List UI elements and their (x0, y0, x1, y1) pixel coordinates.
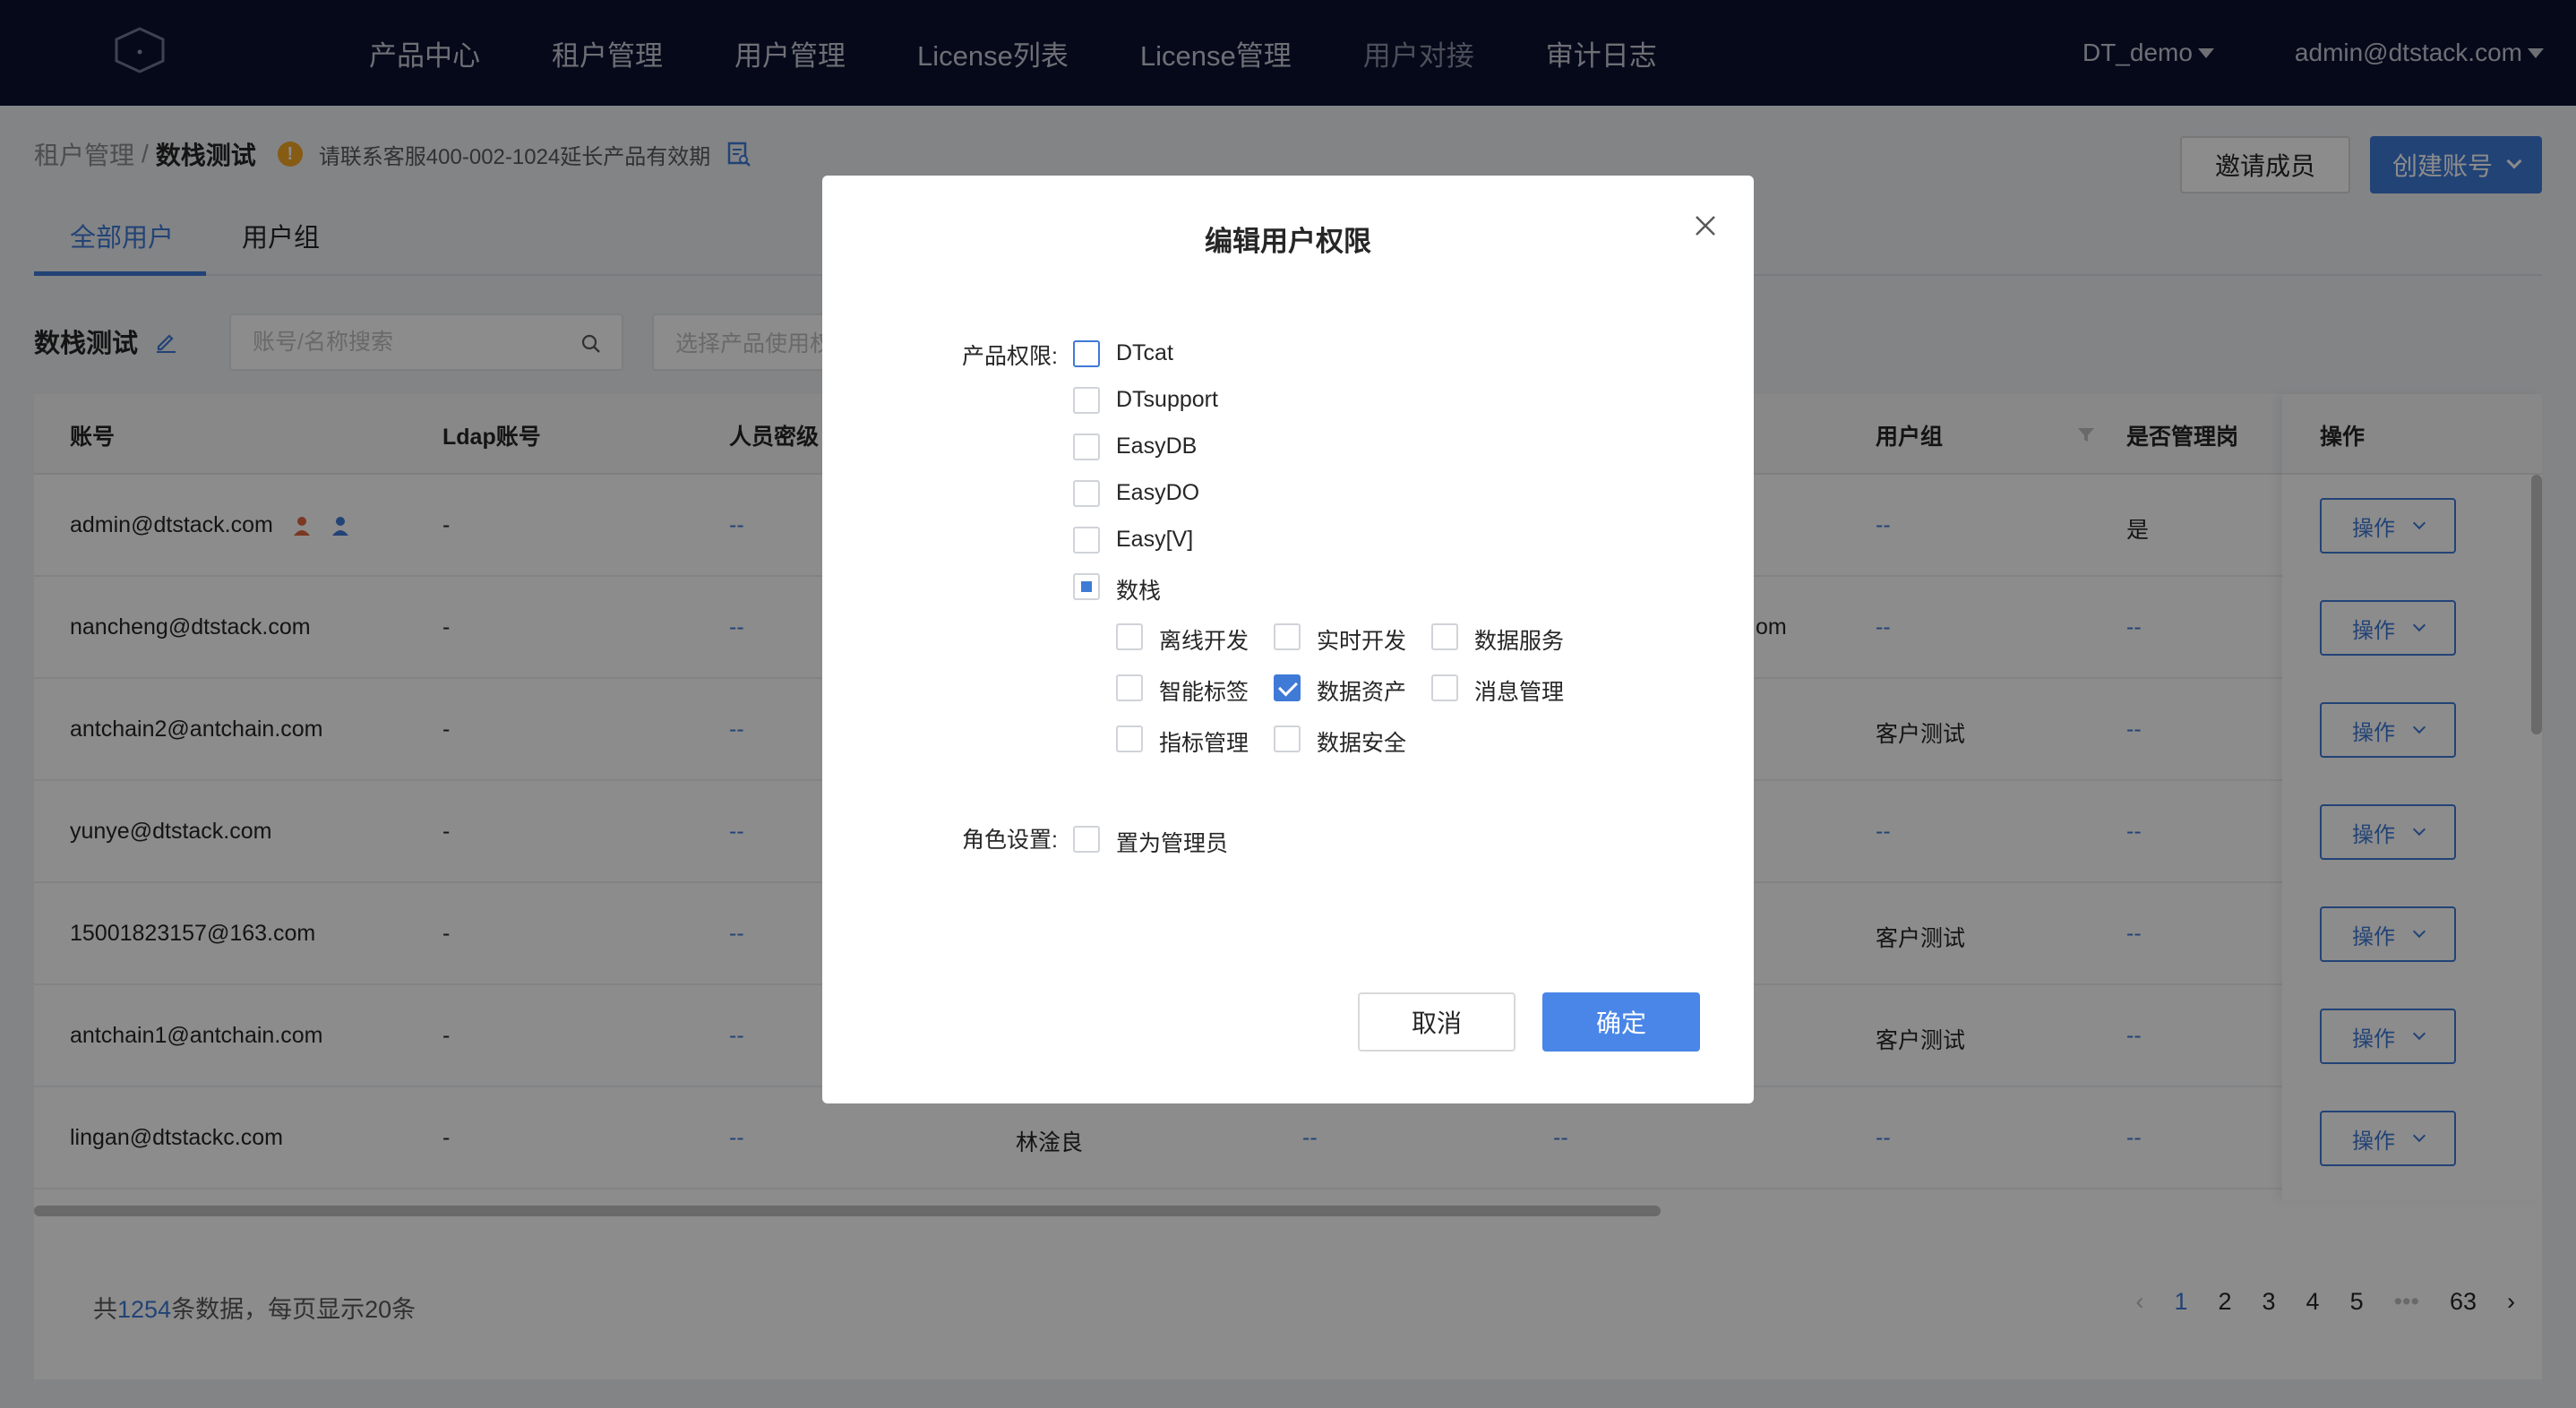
checkbox-label: 置为管理员 (1116, 831, 1229, 856)
checkbox-shuzhan[interactable] (1073, 573, 1100, 600)
checkbox-label: 消息管理 (1474, 680, 1565, 705)
checkbox-easydb[interactable] (1073, 434, 1100, 460)
checkbox-label: Easy[V] (1116, 527, 1194, 552)
checkbox-easyv[interactable] (1073, 527, 1100, 554)
checkbox-offline-dev[interactable] (1116, 623, 1143, 650)
checkbox-smart-tag[interactable] (1116, 674, 1143, 701)
checkbox-dtsupport[interactable] (1073, 387, 1100, 414)
modal-title: 编辑用户权限 (1205, 226, 1371, 257)
product-permission-label: 产品权限: (962, 344, 1058, 369)
checkbox-label: DTsupport (1116, 387, 1218, 412)
checkbox-label: EasyDB (1116, 434, 1198, 459)
checkbox-set-admin[interactable] (1073, 826, 1100, 853)
checkbox-label: DTcat (1116, 340, 1173, 365)
close-icon[interactable] (1693, 213, 1718, 238)
checkbox-label: 实时开发 (1317, 629, 1407, 654)
checkbox-label: 指标管理 (1159, 731, 1249, 756)
checkbox-dtcat[interactable] (1073, 340, 1100, 367)
checkbox-label: 智能标签 (1159, 680, 1249, 705)
checkbox-message-manage[interactable] (1431, 674, 1458, 701)
role-setting-label: 角色设置: (962, 828, 1058, 853)
checkbox-label: EasyDO (1116, 480, 1200, 505)
checkbox-data-security[interactable] (1274, 725, 1301, 752)
edit-permission-modal: 编辑用户权限 产品权限: DTcat DTsupport EasyDB Easy… (822, 176, 1754, 1103)
checkbox-label: 数据服务 (1474, 629, 1565, 654)
checkbox-label: 离线开发 (1159, 629, 1249, 654)
checkbox-label: 数据资产 (1317, 680, 1407, 705)
checkbox-data-asset[interactable] (1274, 674, 1301, 701)
checkbox-label: 数据安全 (1317, 731, 1407, 756)
cancel-button[interactable]: 取消 (1358, 992, 1516, 1052)
checkbox-data-service[interactable] (1431, 623, 1458, 650)
confirm-button[interactable]: 确定 (1542, 992, 1700, 1052)
checkbox-easydo[interactable] (1073, 480, 1100, 507)
checkbox-metric-manage[interactable] (1116, 725, 1143, 752)
checkbox-label: 数栈 (1116, 579, 1162, 604)
checkbox-realtime-dev[interactable] (1274, 623, 1301, 650)
